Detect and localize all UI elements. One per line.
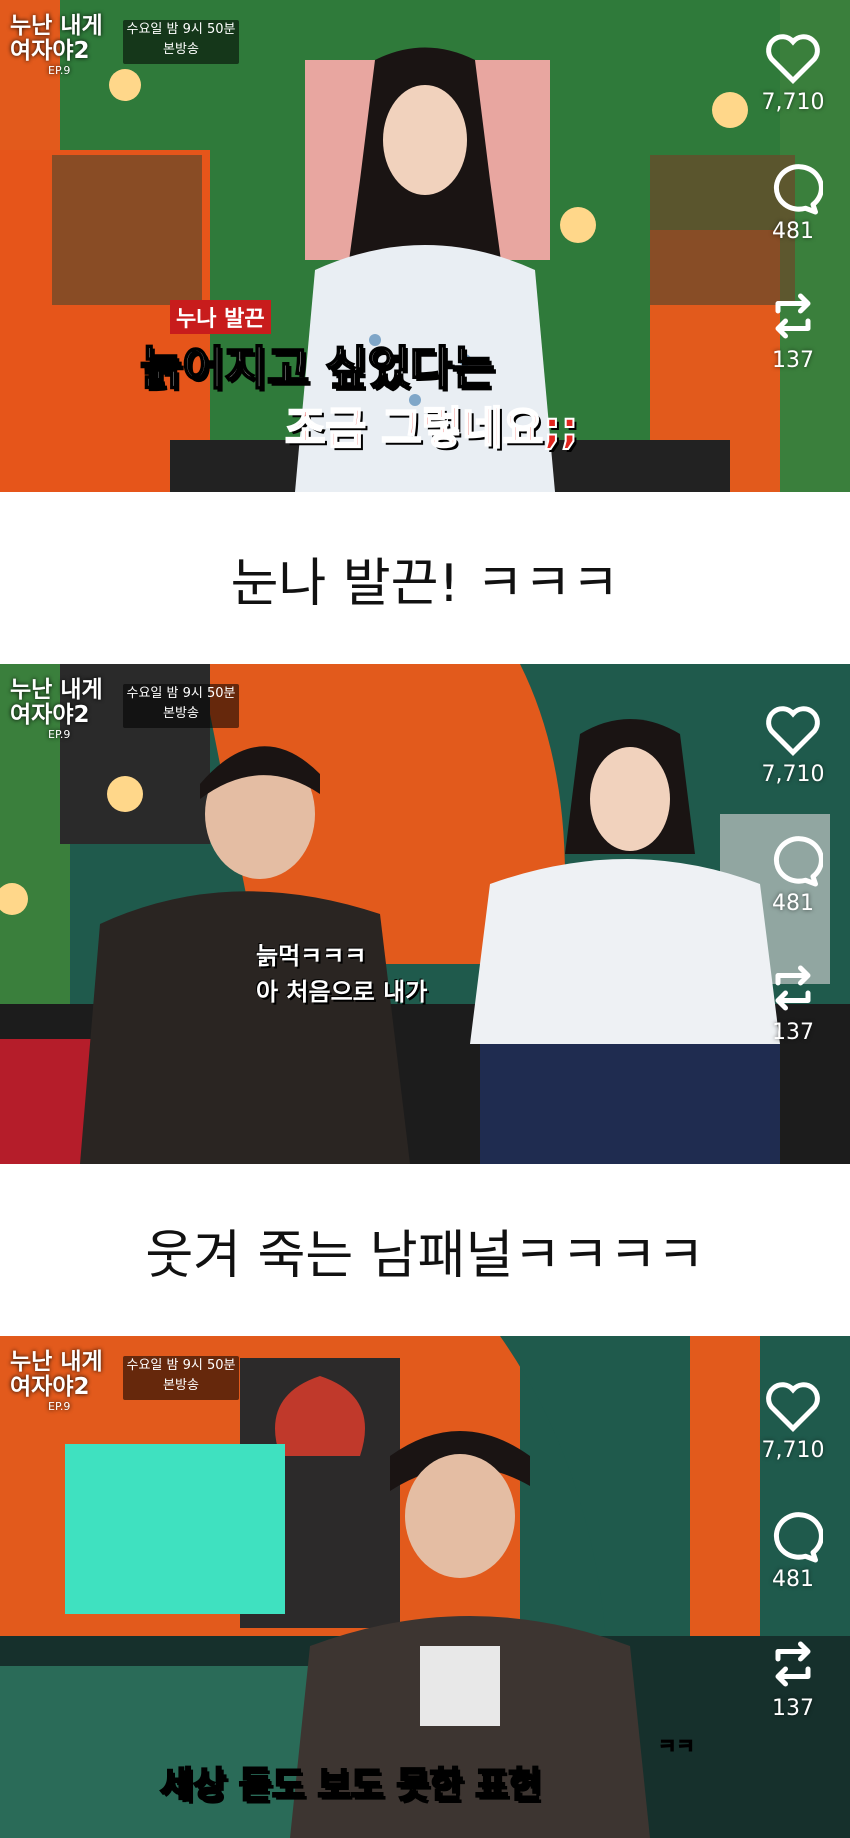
video-frame-2[interactable]: 누난 내게 여자야2 EP.9 수요일 밤 9시 50분 본방송 늙먹ㅋㅋㅋ 아… xyxy=(0,664,850,1164)
comment-button[interactable]: 481 xyxy=(763,1507,823,1592)
comment-count: 481 xyxy=(772,891,814,916)
comment-icon xyxy=(773,836,823,887)
show-logo: 누난 내게 여자야2 EP.9 xyxy=(10,678,122,742)
like-count: 7,710 xyxy=(761,762,825,787)
like-button[interactable]: 7,710 xyxy=(761,30,825,115)
air-time-box: 수요일 밤 9시 50분 본방송 xyxy=(123,684,239,728)
air-time-box: 수요일 밤 9시 50분 본방송 xyxy=(123,1356,239,1400)
air-time: 수요일 밤 9시 50분 xyxy=(126,686,236,701)
show-title-line1: 누난 내게 xyxy=(10,13,103,39)
subtitle-line1: 세상 듣도 보도 못한 표현 xyxy=(159,1764,542,1807)
comment-count: 481 xyxy=(772,1567,814,1592)
show-title-line1: 누난 내게 xyxy=(10,1349,103,1375)
repost-button[interactable]: 137 xyxy=(763,288,823,373)
show-title-line2: 여자야2 xyxy=(10,1374,90,1400)
like-button[interactable]: 7,710 xyxy=(761,702,825,787)
air-note: 본방송 xyxy=(163,42,199,57)
like-count: 7,710 xyxy=(761,1438,825,1463)
subtitle-line1: 늙어지고 싶었다는 xyxy=(139,340,496,396)
repost-button[interactable]: 137 xyxy=(763,960,823,1045)
repost-icon xyxy=(775,1641,811,1687)
comment-button[interactable]: 481 xyxy=(763,159,823,244)
heart-icon xyxy=(766,706,820,757)
host-woman-figure xyxy=(470,719,780,1164)
episode-label: EP.9 xyxy=(48,64,71,77)
action-bar: 7,710 481 137 xyxy=(748,702,838,1045)
comment-icon xyxy=(773,1512,823,1563)
subtitle-line1: 늙먹ㅋㅋㅋ xyxy=(256,942,367,970)
show-title-line1: 누난 내게 xyxy=(10,677,103,703)
repost-count: 137 xyxy=(772,348,814,373)
repost-count: 137 xyxy=(772,1020,814,1045)
air-time: 수요일 밤 9시 50분 xyxy=(126,22,236,37)
subtitle-line2: 아 처음으로 내가 xyxy=(256,978,428,1006)
like-button[interactable]: 7,710 xyxy=(761,1378,825,1463)
subtitle-small: 누나 발끈 xyxy=(170,300,271,334)
repost-button[interactable]: 137 xyxy=(763,1636,823,1721)
comment-icon xyxy=(773,164,823,215)
repost-count: 137 xyxy=(772,1696,814,1721)
episode-label: EP.9 xyxy=(48,728,71,741)
caption-2: 웃겨 죽는 남패널ㅋㅋㅋㅋ xyxy=(0,1164,850,1336)
comment-count: 481 xyxy=(772,219,814,244)
subtitle-line2: 조금 그렇네요;; xyxy=(284,402,579,455)
comment-button[interactable]: 481 xyxy=(763,831,823,916)
heart-icon xyxy=(766,1382,820,1433)
repost-icon xyxy=(775,965,811,1011)
video-frame-1[interactable]: 누난 내게 여자야2 EP.9 수요일 밤 9시 50분 본방송 누나 발끈 늙… xyxy=(0,0,850,492)
air-time-box: 수요일 밤 9시 50분 본방송 xyxy=(123,20,239,64)
caption-1: 눈나 발끈! ㅋㅋㅋ xyxy=(0,492,850,664)
video-frame-3[interactable]: 누난 내게 여자야2 EP.9 수요일 밤 9시 50분 본방송 세상 듣도 보… xyxy=(0,1336,850,1838)
air-note: 본방송 xyxy=(163,706,199,721)
show-logo: 누난 내게 여자야2 EP.9 xyxy=(10,1350,122,1414)
action-bar: 7,710 481 137 xyxy=(748,30,838,373)
air-note: 본방송 xyxy=(163,1378,199,1393)
show-title-line2: 여자야2 xyxy=(10,702,90,728)
action-bar: 7,710 481 137 xyxy=(748,1378,838,1721)
show-title-line2: 여자야2 xyxy=(10,38,90,64)
like-count: 7,710 xyxy=(761,90,825,115)
air-time: 수요일 밤 9시 50분 xyxy=(126,1358,236,1373)
repost-icon xyxy=(775,293,811,339)
heart-icon xyxy=(766,34,820,85)
show-logo: 누난 내게 여자야2 EP.9 xyxy=(10,14,122,78)
subtitle-tag: ㅋㅋ xyxy=(658,1734,696,1759)
episode-label: EP.9 xyxy=(48,1400,71,1413)
